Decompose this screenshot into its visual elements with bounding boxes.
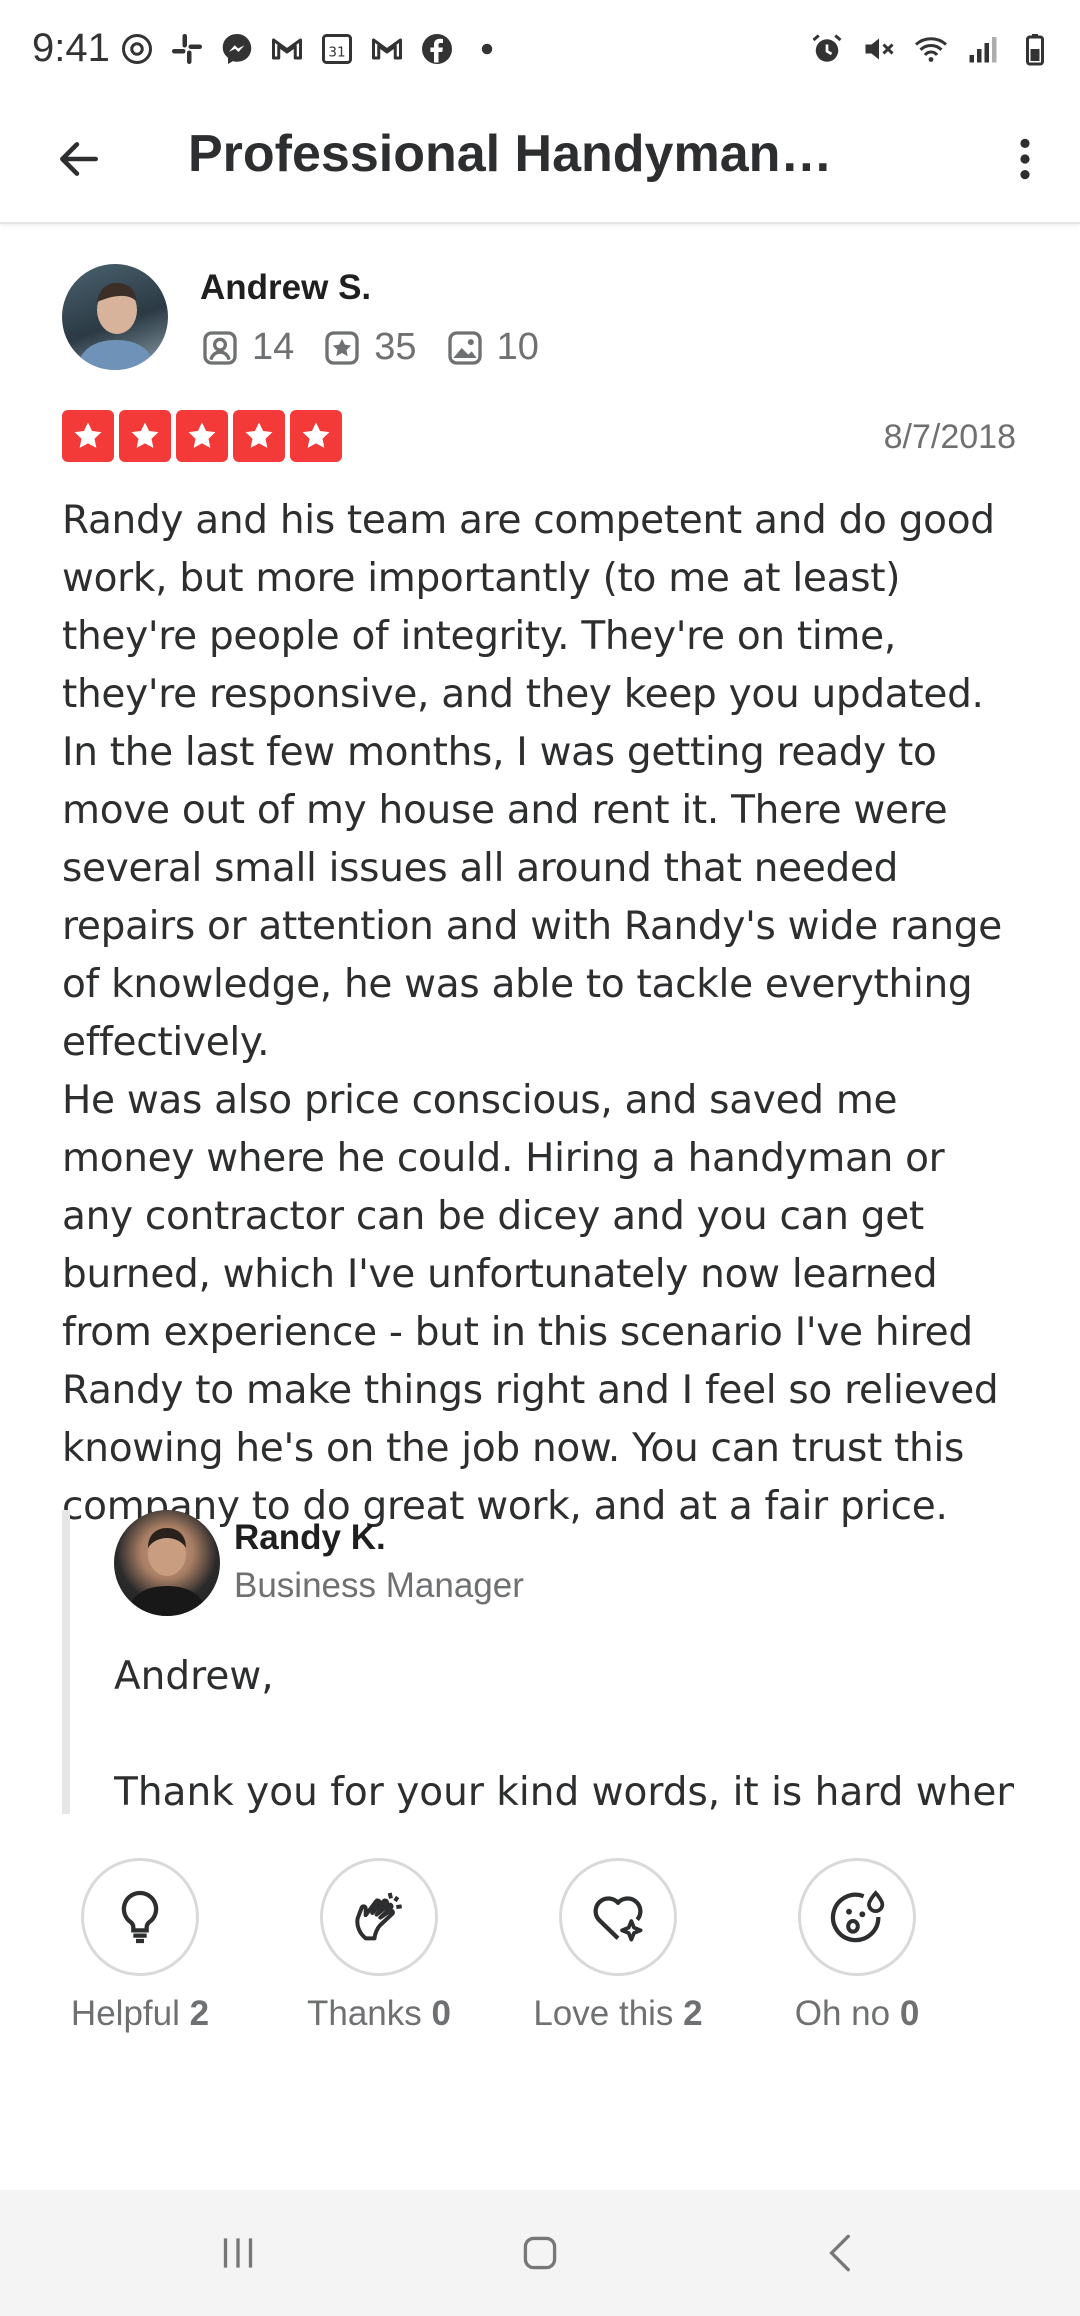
reply-excerpt: Thank you for your kind words, it is har… <box>114 1770 1014 1815</box>
owner-avatar <box>114 1510 220 1616</box>
threads-icon <box>118 30 156 68</box>
reaction-bar: Helpful 2 Thanks 0 Love this 2 Oh no 0 <box>0 1858 1080 2048</box>
friends-count: 14 <box>252 326 295 368</box>
reviewer-stats: 14 35 10 <box>200 326 567 369</box>
reviews-stat: 35 <box>322 326 417 369</box>
reaction-label: Oh no <box>794 1994 891 2033</box>
back-button[interactable] <box>44 124 114 194</box>
thanks-button[interactable] <box>320 1858 438 1976</box>
reply-greeting: Andrew, <box>114 1654 274 1699</box>
system-back-button[interactable] <box>802 2218 882 2288</box>
page-title: Professional Handyman… <box>188 125 833 183</box>
star-icon <box>62 410 114 462</box>
reviews-count: 35 <box>374 326 417 368</box>
star-icon <box>290 410 342 462</box>
friends-stat: 14 <box>200 326 294 369</box>
more-vertical-icon <box>1020 138 1030 180</box>
oh-no-button[interactable] <box>798 1858 916 1976</box>
reaction-label: Helpful <box>70 1994 180 2033</box>
review-paragraph: He was also price conscious, and saved m… <box>62 1078 999 1529</box>
signal-icon <box>964 30 1002 68</box>
status-time: 9:41 <box>32 26 110 70</box>
helpful-label: Helpful 2 <box>40 1994 240 2034</box>
reaction-count: 2 <box>189 1994 210 2033</box>
lightbulb-icon <box>121 1890 159 1944</box>
more-options-button[interactable] <box>990 124 1060 194</box>
review-star-icon <box>325 330 359 365</box>
system-icons <box>808 30 1054 68</box>
recents-icon <box>223 2238 253 2268</box>
friends-icon <box>203 330 237 365</box>
arrow-left-icon <box>60 142 98 176</box>
love-this-button[interactable] <box>559 1858 677 1976</box>
app-bar: Professional Handyman… <box>0 100 1080 224</box>
star-icon <box>233 410 285 462</box>
recents-button[interactable] <box>198 2218 278 2288</box>
thanks-label: Thanks 0 <box>279 1994 479 2034</box>
review-text: Randy and his team are competent and do … <box>62 492 1022 1536</box>
love-this-label: Love this 2 <box>518 1994 718 2034</box>
photos-stat: 10 <box>445 326 539 369</box>
thanks-reaction[interactable]: Thanks 0 <box>279 1858 479 2034</box>
reaction-count: 0 <box>431 1994 451 2033</box>
photos-count: 10 <box>496 326 539 368</box>
reaction-label: Love this <box>533 1994 674 2033</box>
svg-text:31: 31 <box>328 45 345 61</box>
photo-icon <box>447 330 482 365</box>
messenger-icon <box>218 30 256 68</box>
gmail-icon <box>368 30 406 68</box>
reviewer-name[interactable]: Andrew S. <box>200 268 371 308</box>
star-icon <box>119 410 171 462</box>
owner-name: Randy K. <box>234 1518 386 1557</box>
review-date: 8/7/2018 <box>883 418 1016 456</box>
owner-role: Business Manager <box>234 1566 524 1605</box>
helpful-button[interactable] <box>81 1858 199 1976</box>
review-paragraph: Randy and his team are competent and do … <box>62 498 1002 1065</box>
calendar-icon: 31 <box>318 30 356 68</box>
home-button[interactable] <box>500 2218 580 2288</box>
star-rating <box>62 410 342 462</box>
heart-sparkle-icon <box>593 1896 643 1942</box>
reviewer-avatar[interactable] <box>62 264 168 370</box>
notification-icons: 31 <box>118 30 506 68</box>
system-nav-bar <box>0 2190 1080 2316</box>
reaction-count: 0 <box>899 1994 920 2033</box>
dot-icon <box>468 30 506 68</box>
reaction-count: 2 <box>683 1994 703 2033</box>
wifi-icon <box>912 30 950 68</box>
home-icon <box>523 2236 557 2270</box>
reply-spacer <box>114 1706 1014 1764</box>
owner-reply[interactable]: Randy K. Business Manager Andrew, Thank … <box>62 1510 1030 1815</box>
clapping-hands-icon <box>355 1892 402 1941</box>
facebook-icon <box>418 30 456 68</box>
mute-icon <box>860 30 898 68</box>
shocked-face-icon <box>830 1890 885 1943</box>
battery-icon <box>1016 30 1054 68</box>
alarm-icon <box>808 30 846 68</box>
oh-no-label: Oh no 0 <box>757 1994 957 2034</box>
slack-icon <box>168 30 206 68</box>
oh-no-reaction[interactable]: Oh no 0 <box>757 1858 957 2034</box>
love-this-reaction[interactable]: Love this 2 <box>518 1858 718 2034</box>
reply-text: Andrew, Thank you for your kind words, i… <box>114 1648 1014 1822</box>
back-icon <box>829 2234 850 2272</box>
reaction-label: Thanks <box>307 1994 422 2033</box>
helpful-reaction[interactable]: Helpful 2 <box>40 1858 240 2034</box>
status-bar: 9:41 31 <box>0 0 1080 100</box>
star-icon <box>176 410 228 462</box>
gmail-icon <box>268 30 306 68</box>
